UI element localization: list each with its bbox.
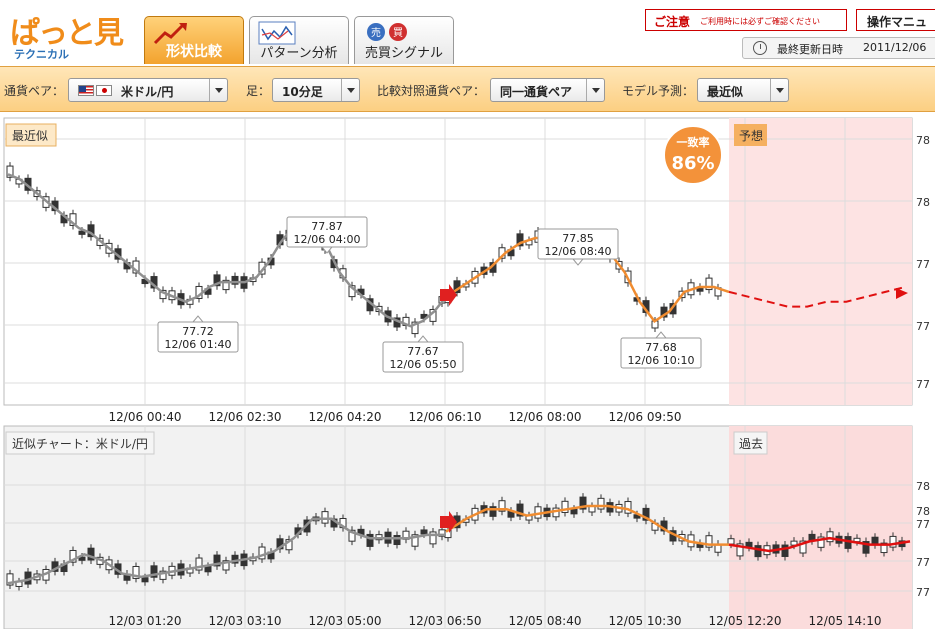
model-label: モデル予測： xyxy=(622,84,695,98)
callout-price: 77.67 xyxy=(407,345,439,358)
x-axis-label: 12/05 14:10 xyxy=(809,614,882,628)
top-x-labels: 12/06 00:40 12/06 02:30 12/06 04:20 12/06 0… xyxy=(109,410,682,424)
settings-toolbar: 通貨ペア： 米ドル/円 足： 10分足 比較対照通貨ペア： 同一通貨ペア モデル… xyxy=(0,66,935,112)
x-axis-label: 12/03 05:00 xyxy=(309,614,382,628)
x-axis-label: 12/05 08:40 xyxy=(509,614,582,628)
x-axis-label: 12/03 03:10 xyxy=(209,614,282,628)
chevron-down-icon xyxy=(341,79,359,101)
manual-label: 操作マニュ xyxy=(867,15,928,29)
currency-pair-value: 米ドル/円 xyxy=(121,85,174,99)
callout-time: 12/06 08:40 xyxy=(545,245,612,258)
y-tick-label: 78 xyxy=(916,196,930,209)
x-axis-label: 12/06 02:30 xyxy=(209,410,282,424)
notice-button[interactable]: ご注意 ご利用時には必ずご確認ください xyxy=(645,9,847,31)
match-rate-badge: 一致率 86% xyxy=(663,125,723,185)
tab-shape-compare[interactable]: 形状比較 xyxy=(144,16,244,64)
logo-subtitle: テクニカル xyxy=(14,48,69,61)
tab-label: 売買シグナル xyxy=(364,46,443,61)
buy-mark: 買 xyxy=(393,27,403,39)
manual-button[interactable]: 操作マニュ xyxy=(856,9,935,31)
notice-title: ご注意 xyxy=(654,15,691,29)
bottom-chart-label: 近似チャート：米ドル/円 xyxy=(12,437,148,451)
sell-mark: 売 xyxy=(371,26,381,39)
candle-body xyxy=(570,508,578,515)
chevron-down-icon xyxy=(586,79,604,101)
top-y-ticks: 78 78 77 77 77 xyxy=(916,134,930,391)
y-tick-label: 77 xyxy=(916,586,930,599)
callout-price: 77.72 xyxy=(182,325,214,338)
candle-body xyxy=(393,535,401,546)
candle-body xyxy=(826,531,834,543)
compare-label: 比較対照通貨ペア： xyxy=(377,84,486,98)
app-header: ぱっと見 テクニカル 形状比較 パターン分析 売 買 売買シグナル ご注意 ご利… xyxy=(0,0,935,66)
tab-label: 形状比較 xyxy=(166,44,222,60)
callout-price: 77.85 xyxy=(562,232,594,245)
callout-time: 12/06 05:50 xyxy=(390,358,457,371)
callout-time: 12/06 10:10 xyxy=(628,354,695,367)
y-tick-label: 78 xyxy=(916,505,930,518)
timeframe-select[interactable]: 10分足 xyxy=(272,78,360,102)
x-axis-label: 12/03 01:20 xyxy=(109,614,182,628)
compare-pair-select[interactable]: 同一通貨ペア xyxy=(490,78,605,102)
y-tick-label: 77 xyxy=(916,378,930,391)
last-updated: 最終更新日時 2011/12/06 xyxy=(742,37,935,59)
bottom-y-ticks: 7878777777 xyxy=(916,480,930,599)
x-axis-label: 12/03 06:50 xyxy=(409,614,482,628)
callout-price: 77.68 xyxy=(645,341,677,354)
candle-body xyxy=(366,533,374,547)
match-rate-value: 86% xyxy=(671,153,714,174)
candle-body xyxy=(781,544,789,557)
candle-body xyxy=(420,529,428,535)
top-chart[interactable]: 最近似 予想 一致率 86% 77.7212/06 01:4077.8712/0… xyxy=(3,117,930,406)
bottom-chart[interactable]: 近似チャート：米ドル/円 過去 7878777777 12/03 01:20 12… xyxy=(3,425,930,629)
y-tick-label: 78 xyxy=(916,134,930,147)
callout-time: 12/06 01:40 xyxy=(165,338,232,351)
past-label: 過去 xyxy=(739,437,763,451)
y-tick-label: 78 xyxy=(916,480,930,493)
chevron-down-icon xyxy=(209,79,227,101)
x-axis-label: 12/06 09:50 xyxy=(609,410,682,424)
charts-area: 最近似 予想 一致率 86% 77.7212/06 01:4077.8712/0… xyxy=(3,117,930,629)
x-axis-label: 12/06 06:10 xyxy=(409,410,482,424)
candle-body xyxy=(141,577,149,583)
pair-label: 通貨ペア： xyxy=(4,84,65,98)
logo: ぱっと見 テクニカル xyxy=(6,8,126,61)
last-updated-label: 最終更新日時 xyxy=(777,43,843,56)
callout-price: 77.87 xyxy=(311,220,343,233)
tab-buy-sell-signal[interactable]: 売 買 売買シグナル xyxy=(354,16,454,64)
y-tick-label: 77 xyxy=(916,258,930,271)
timeframe-value: 10分足 xyxy=(282,85,323,99)
candle-body xyxy=(727,538,735,545)
callout-time: 12/06 04:00 xyxy=(294,233,361,246)
y-tick-label: 77 xyxy=(916,556,930,569)
x-axis-label: 12/05 10:30 xyxy=(609,614,682,628)
x-axis-label: 12/05 12:20 xyxy=(709,614,782,628)
notice-text: ご利用時には必ずご確認ください xyxy=(700,17,820,26)
y-tick-label: 77 xyxy=(916,320,930,333)
x-axis-label: 12/06 08:00 xyxy=(509,410,582,424)
japan-flag-icon xyxy=(96,85,112,96)
forecast-label: 予想 xyxy=(739,128,763,143)
x-axis-label: 12/06 00:40 xyxy=(109,410,182,424)
candle-body xyxy=(321,511,329,524)
foot-label: 足： xyxy=(246,84,271,98)
last-updated-value: 2011/12/06 xyxy=(863,41,927,54)
candle-body xyxy=(754,545,762,558)
tab-pattern-analysis[interactable]: パターン分析 xyxy=(249,16,349,64)
currency-pair-select[interactable]: 米ドル/円 xyxy=(68,78,228,102)
chevron-down-icon xyxy=(770,79,788,101)
model-value: 最近似 xyxy=(707,85,744,99)
tab-label: パターン分析 xyxy=(260,46,338,61)
model-select[interactable]: 最近似 xyxy=(697,78,789,102)
y-tick-label: 77 xyxy=(916,518,930,531)
top-chart-label: 最近似 xyxy=(12,129,48,143)
match-rate-label: 一致率 xyxy=(677,135,710,149)
candle-body xyxy=(597,497,605,510)
candle-body xyxy=(204,565,212,573)
clock-icon xyxy=(753,41,767,55)
us-flag-icon xyxy=(78,85,94,96)
x-axis-label: 12/06 04:20 xyxy=(309,410,382,424)
compare-pair-value: 同一通貨ペア xyxy=(500,85,573,99)
